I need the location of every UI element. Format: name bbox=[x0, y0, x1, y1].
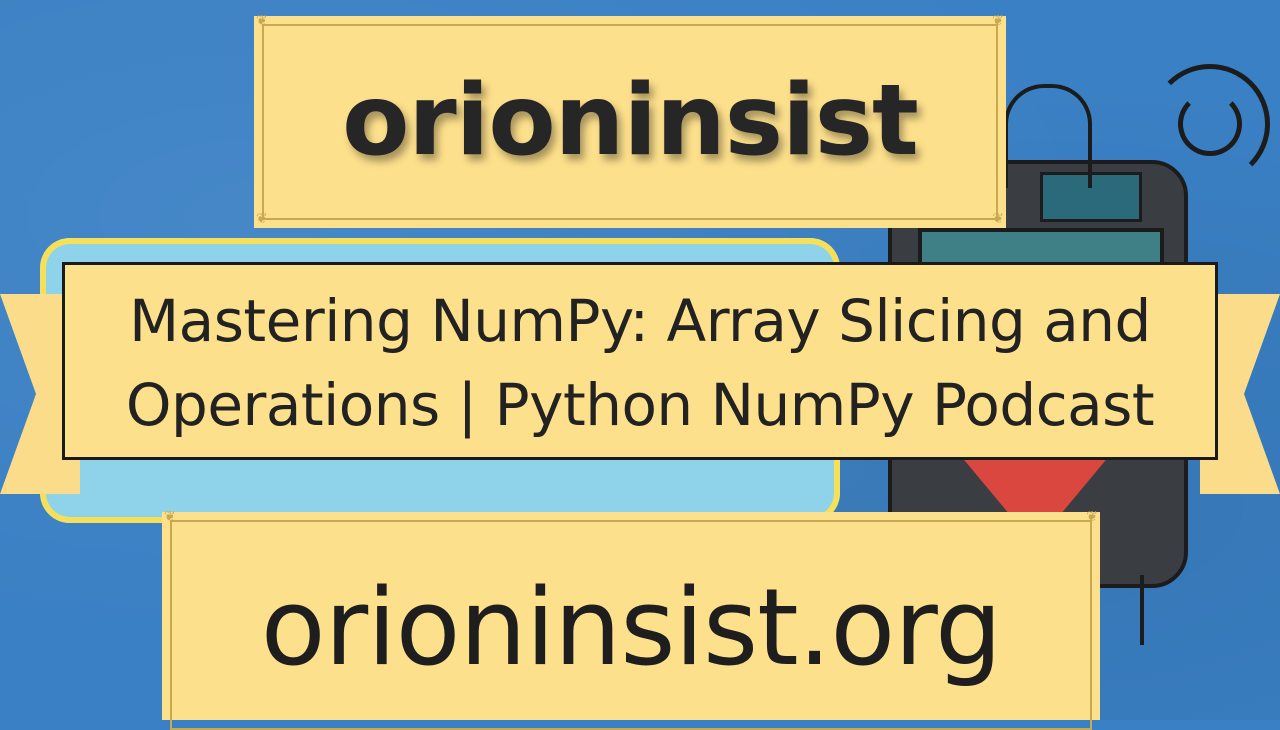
site-domain: orioninsist.org bbox=[260, 566, 1003, 689]
episode-title-line-2: Operations | Python NumPy Podcast bbox=[125, 371, 1155, 439]
background-wire bbox=[1004, 84, 1092, 188]
episode-title-band: Mastering NumPy: Array Slicing and Opera… bbox=[62, 262, 1218, 460]
brand-panel-top: ❦ ❦ ❦ ❦ orioninsist bbox=[254, 13, 1006, 228]
ornament-icon: ❦ bbox=[164, 509, 176, 525]
ornament-icon: ❦ bbox=[1086, 509, 1098, 525]
ornament-icon: ❦ bbox=[992, 13, 1004, 29]
ornament-icon: ❦ bbox=[256, 13, 268, 29]
background-cord bbox=[1140, 575, 1174, 645]
ornament-icon: ❦ bbox=[256, 211, 268, 227]
brand-name: orioninsist bbox=[342, 64, 919, 178]
background-swirl-inner bbox=[1178, 92, 1242, 156]
episode-title: Mastering NumPy: Array Slicing and Opera… bbox=[65, 279, 1215, 447]
ornament-icon: ❦ bbox=[992, 211, 1004, 227]
episode-title-line-1: Mastering NumPy: Array Slicing and bbox=[129, 287, 1151, 355]
domain-panel-bottom: ❦ ❦ orioninsist.org bbox=[162, 509, 1100, 730]
